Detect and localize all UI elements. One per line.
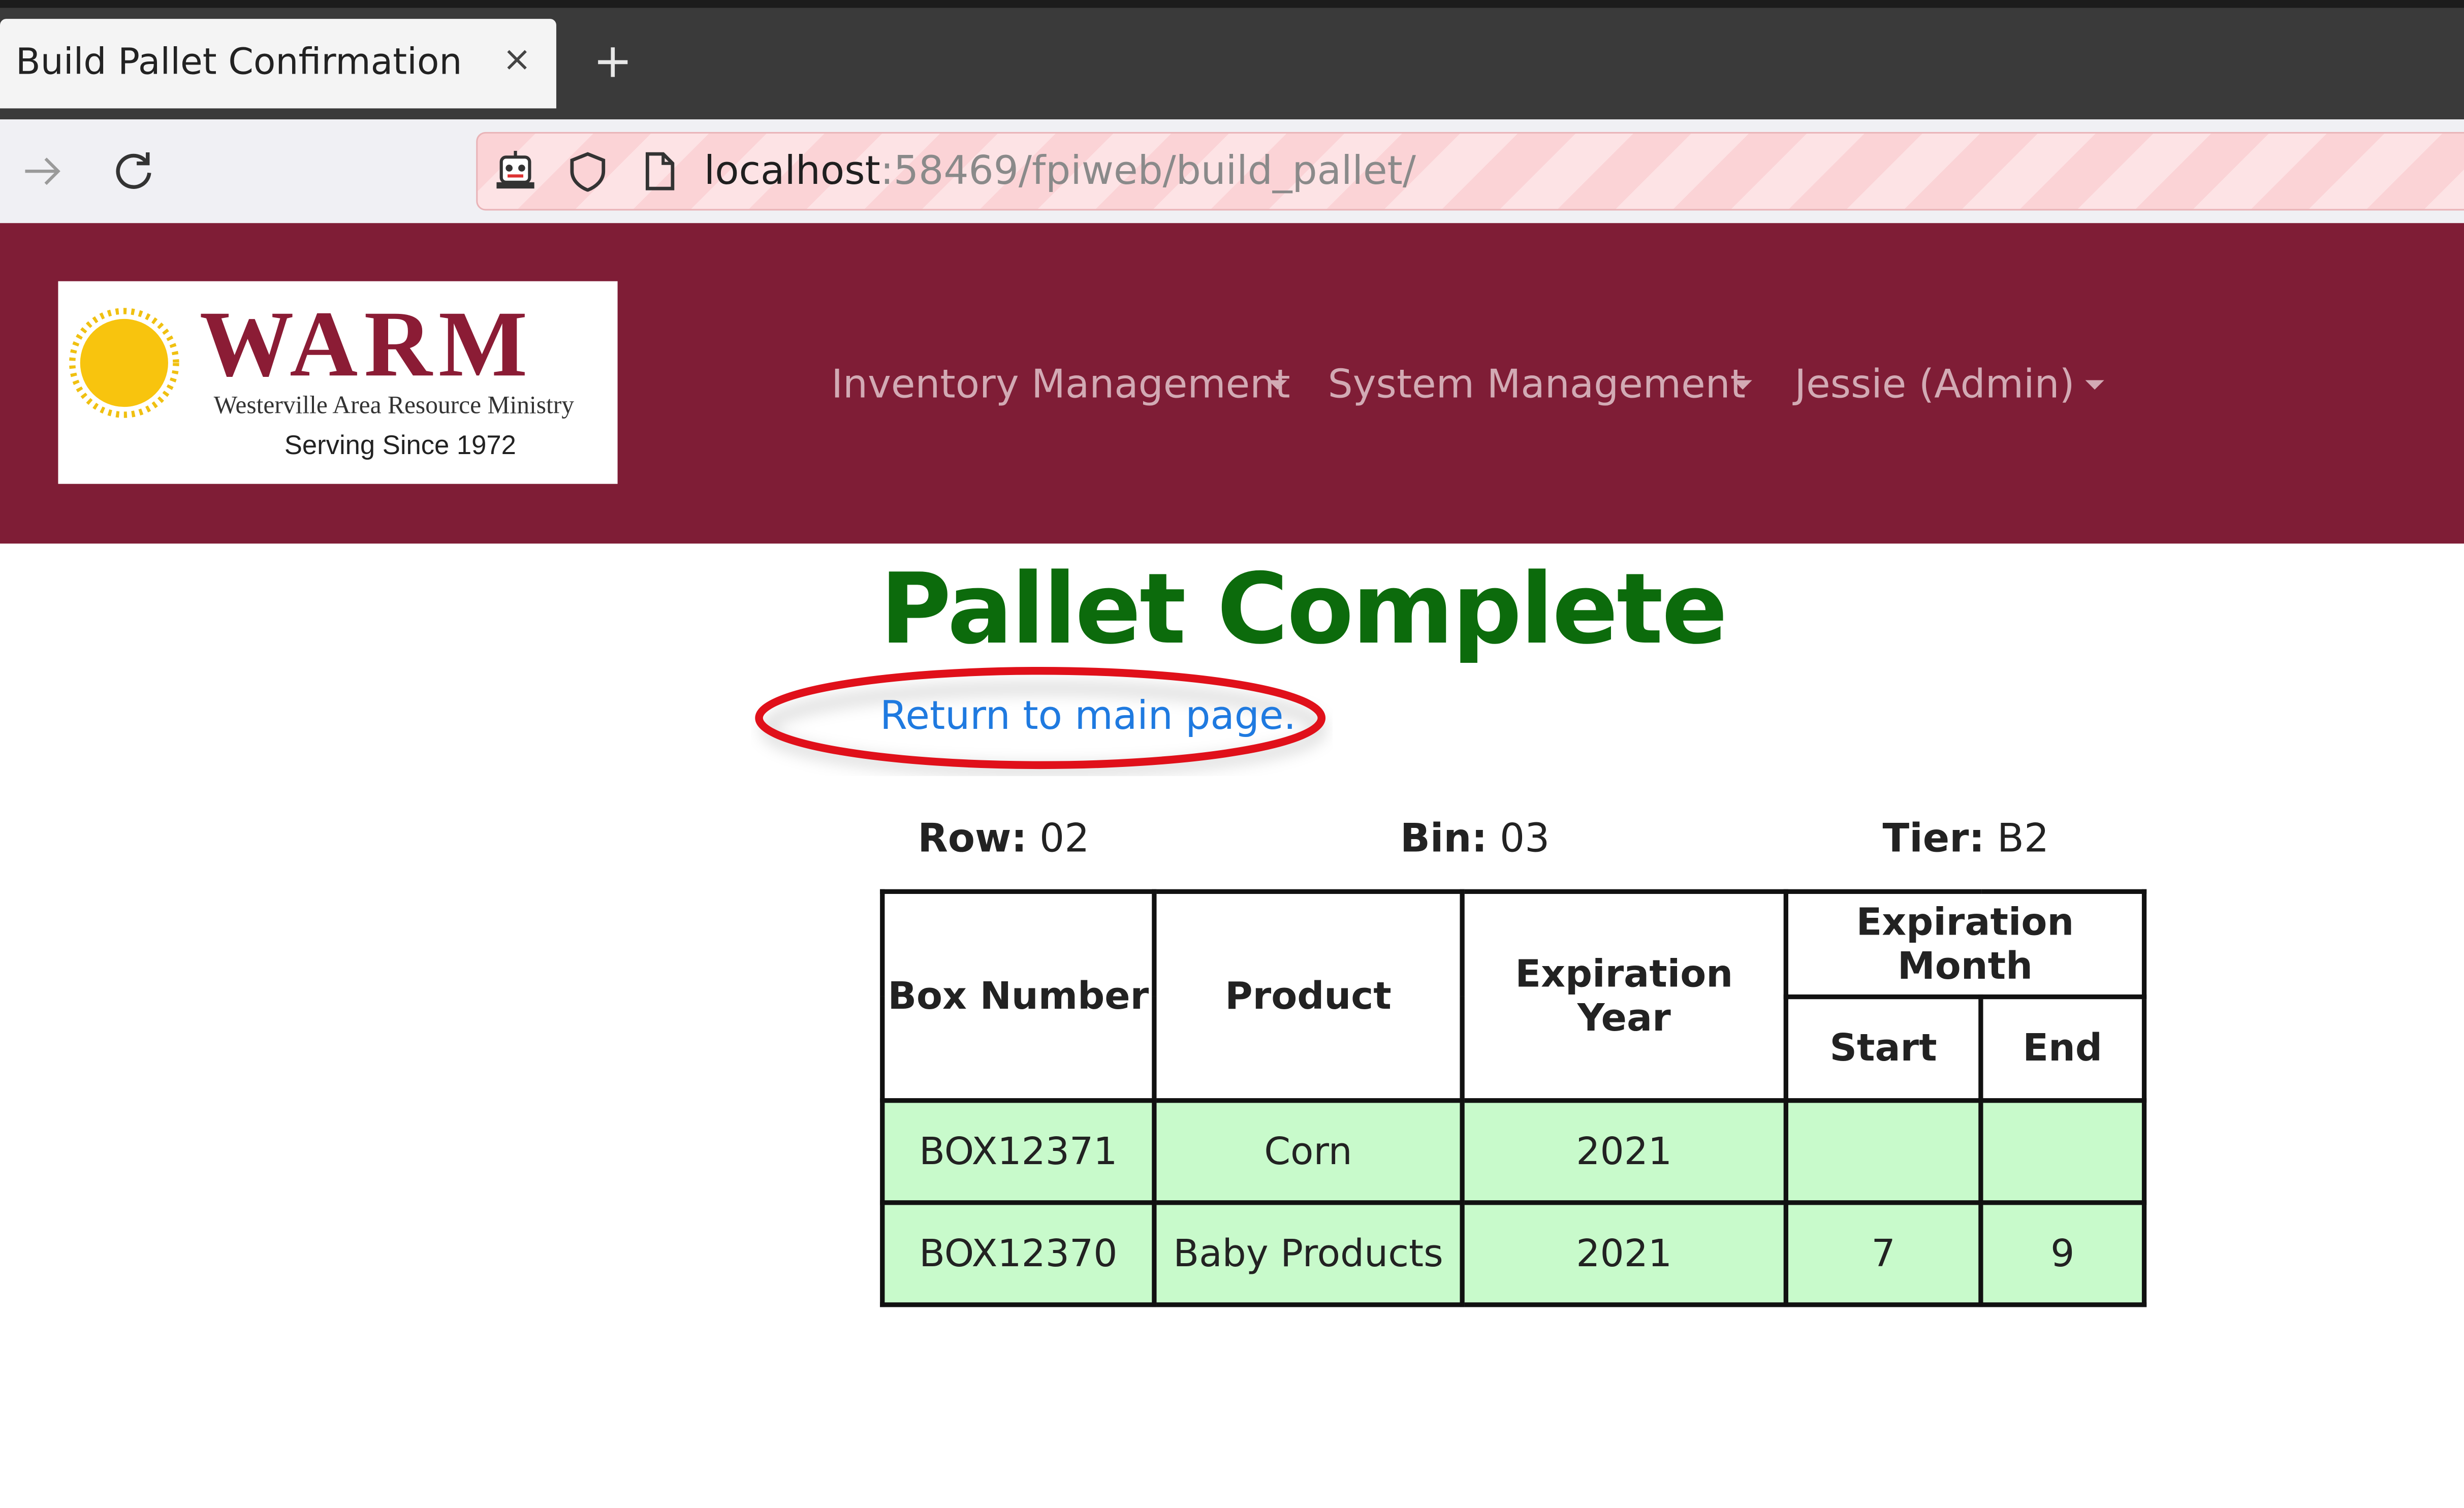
- cell-end-month: 9: [1978, 1200, 2147, 1307]
- tab-close-icon[interactable]: ×: [500, 39, 534, 83]
- cell-box-number: BOX12370: [880, 1200, 1157, 1307]
- bin-value: 03: [1499, 815, 1550, 861]
- table-row: BOX12371 Corn 2021: [880, 1098, 2147, 1205]
- cell-start-month: 7: [1783, 1200, 1983, 1307]
- cell-start-month: [1783, 1098, 1983, 1205]
- url-text[interactable]: localhost:58469/fpiweb/build_pallet/: [704, 148, 1416, 195]
- shield-icon[interactable]: [566, 151, 610, 192]
- return-to-main-link[interactable]: Return to main page.: [880, 693, 1296, 740]
- forward-arrow-icon[interactable]: [19, 148, 66, 195]
- cell-product: Corn: [1152, 1098, 1465, 1205]
- logo-subtitle: Westerville Area Resource Ministry: [213, 393, 574, 420]
- warm-logo[interactable]: WARM Westerville Area Resource Ministry …: [58, 281, 618, 484]
- tier-label: Tier:: [1882, 815, 1985, 861]
- menu-inventory-management[interactable]: Inventory Management: [831, 360, 1290, 410]
- tab-title: Build Pallet Confirmation: [15, 42, 462, 83]
- cell-expiration-year: 2021: [1460, 1098, 1788, 1205]
- url-path: :58469/fpiweb/build_pallet/: [880, 147, 1416, 194]
- col-header-expiration-year: Expiration Year: [1460, 889, 1788, 1103]
- bin-label: Bin:: [1400, 815, 1488, 861]
- page-title: Pallet Complete: [880, 551, 1728, 666]
- bin-location: Bin: 03: [1400, 815, 1550, 862]
- pallet-boxes-table: Box Number Product Expiration Year Expir…: [880, 889, 2147, 1307]
- cell-expiration-year: 2021: [1460, 1200, 1788, 1307]
- reload-icon[interactable]: [110, 148, 157, 195]
- tab-bar-top-edge: [0, 0, 2464, 8]
- caret-down-icon[interactable]: [2085, 380, 2104, 390]
- menu-system-management[interactable]: System Management: [1328, 360, 1746, 410]
- tier-value: B2: [1997, 815, 2049, 861]
- sun-icon: [69, 308, 179, 418]
- new-tab-plus-icon[interactable]: +: [588, 35, 638, 91]
- cell-end-month: [1978, 1098, 2147, 1205]
- screen: Build Pallet Confirmation × + localhost:…: [0, 0, 2464, 1508]
- col-header-end: End: [1978, 993, 2147, 1103]
- tracking-protection-robot-icon[interactable]: [493, 150, 538, 191]
- col-header-expiration-month: Expiration Month: [1783, 889, 2147, 999]
- row-label: Row:: [918, 815, 1027, 861]
- browser-tab[interactable]: Build Pallet Confirmation ×: [0, 19, 556, 109]
- caret-down-icon[interactable]: [1268, 380, 1287, 390]
- logo-wordmark: WARM: [199, 292, 534, 396]
- row-location: Row: 02: [918, 815, 1089, 862]
- caret-down-icon[interactable]: [1733, 380, 1752, 390]
- logo-tagline: Serving Since 1972: [284, 430, 516, 461]
- cell-product: Baby Products: [1152, 1200, 1465, 1307]
- col-header-start: Start: [1783, 993, 1983, 1103]
- menu-user-account[interactable]: Jessie (Admin): [1794, 360, 2074, 410]
- col-header-product: Product: [1152, 889, 1465, 1103]
- table-row: BOX12370 Baby Products 2021 7 9: [880, 1200, 2147, 1307]
- page-info-icon[interactable]: [637, 151, 681, 191]
- browser-tab-bar: Build Pallet Confirmation × +: [0, 0, 2464, 120]
- cell-box-number: BOX12371: [880, 1098, 1157, 1205]
- row-value: 02: [1039, 815, 1090, 861]
- tier-location: Tier: B2: [1883, 815, 2049, 862]
- col-header-box-number: Box Number: [880, 889, 1157, 1103]
- url-host: localhost: [704, 147, 880, 194]
